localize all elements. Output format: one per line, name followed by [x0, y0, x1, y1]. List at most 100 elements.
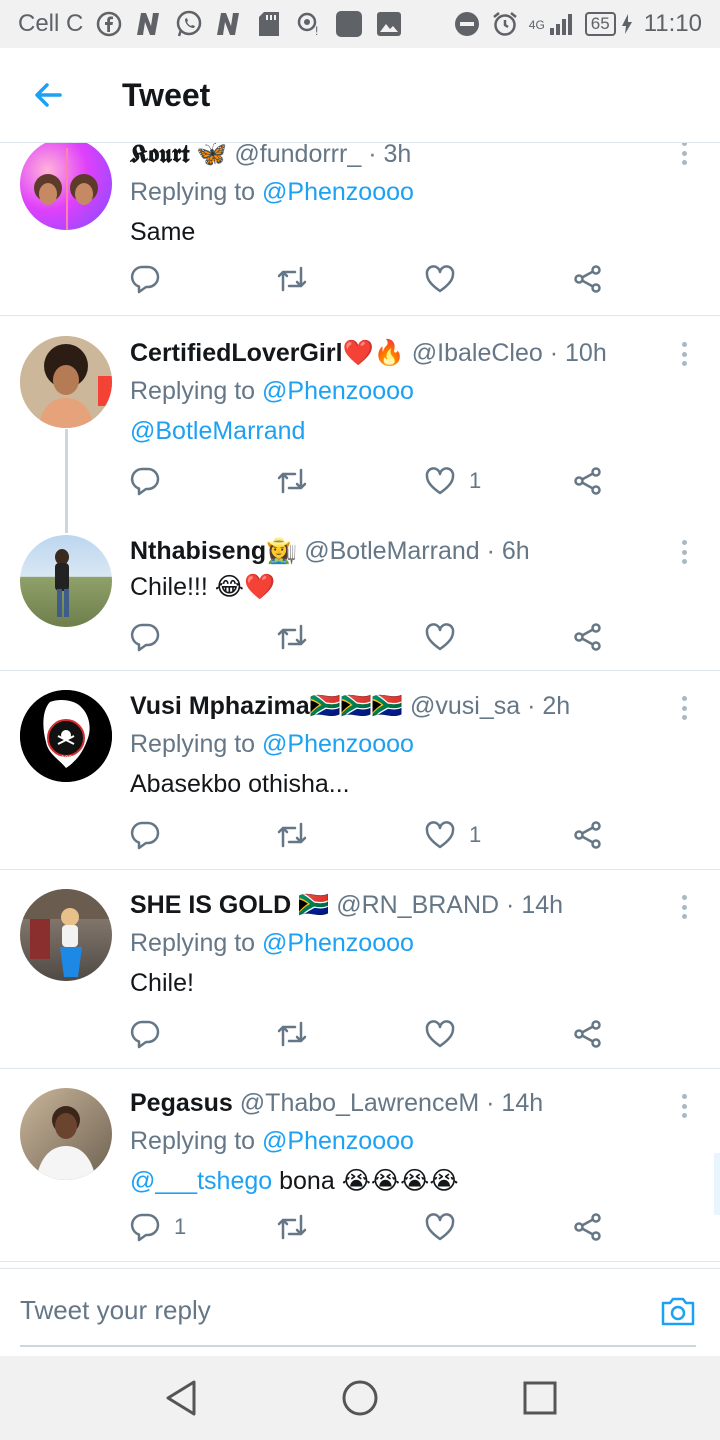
- like-button[interactable]: 1: [425, 817, 481, 853]
- more-options-button[interactable]: [672, 537, 696, 567]
- avatar-image: 1937: [20, 690, 112, 782]
- tweet-time: · 6h: [486, 537, 530, 565]
- reply-button[interactable]: [130, 817, 160, 853]
- tweet-text: Chile!: [130, 969, 194, 997]
- tweet-text: Same: [130, 218, 196, 246]
- replying-to-mention[interactable]: @Phenzoooo: [262, 1127, 414, 1155]
- replying-to-mention[interactable]: @Phenzoooo: [262, 929, 414, 957]
- share-button[interactable]: [573, 817, 603, 853]
- author-name[interactable]: Vusi Mphazima: [130, 692, 310, 720]
- author-name[interactable]: 𝕶𝖔𝖚𝖗𝖙: [130, 143, 189, 168]
- reply-button[interactable]: [130, 619, 160, 655]
- avatar[interactable]: [20, 535, 112, 627]
- author-name[interactable]: CertifiedLoverGirl: [130, 339, 343, 367]
- avatar-image: [55, 549, 69, 617]
- replying-to-prefix: Replying to: [130, 178, 256, 206]
- text-mention[interactable]: @___tshego: [130, 1167, 272, 1195]
- share-button[interactable]: [573, 1209, 603, 1245]
- author-handle[interactable]: @fundorrr_: [234, 143, 361, 168]
- author-name[interactable]: SHE IS GOLD: [130, 891, 291, 919]
- author-handle[interactable]: @vusi_sa: [410, 692, 520, 720]
- tweet-item[interactable]: 1937 Vusi Mphazima🇿🇦🇿🇦🇿🇦 @vusi_sa · 2h R…: [0, 671, 720, 870]
- avatar[interactable]: [20, 1088, 112, 1180]
- like-count: 1: [469, 822, 482, 847]
- tweet-time: · 2h: [527, 692, 571, 720]
- battery-indicator: 65: [584, 12, 616, 36]
- retweet-button[interactable]: [275, 817, 309, 853]
- replying-to-mention[interactable]: @Phenzoooo: [262, 178, 414, 206]
- more-options-button[interactable]: [672, 892, 696, 922]
- share-button[interactable]: [573, 261, 603, 297]
- avatar[interactable]: [20, 889, 112, 981]
- share-icon: [574, 1213, 601, 1241]
- retweet-button[interactable]: [275, 261, 309, 297]
- author-name[interactable]: Pegasus: [130, 1089, 233, 1117]
- more-options-button[interactable]: [672, 1091, 696, 1121]
- tweet-header: Vusi Mphazima🇿🇦🇿🇦🇿🇦 @vusi_sa · 2h: [130, 690, 680, 722]
- heart-icon: [425, 821, 455, 849]
- reply-input[interactable]: Tweet your reply: [20, 1295, 211, 1326]
- reply-button[interactable]: [130, 261, 160, 297]
- more-options-button[interactable]: [672, 143, 696, 168]
- name-emoji: 🇿🇦🇿🇦🇿🇦: [309, 692, 404, 720]
- camera-button[interactable]: [658, 1291, 698, 1331]
- comment-icon: [130, 467, 160, 496]
- author-handle[interactable]: @IbaleCleo: [412, 339, 543, 367]
- tweet-header: Nthabiseng👩‍🌾 @BotleMarrand · 6h: [130, 535, 680, 567]
- more-options-button[interactable]: [672, 693, 696, 723]
- replies-feed[interactable]: 𝕶𝖔𝖚𝖗𝖙 🦋 @fundorrr_ · 3h Replying to @Phe…: [0, 143, 720, 1268]
- share-button[interactable]: [573, 1016, 603, 1052]
- share-button[interactable]: [573, 463, 603, 499]
- avatar[interactable]: 1937: [20, 690, 112, 782]
- replying-to-mention[interactable]: @Phenzoooo: [262, 730, 414, 758]
- like-button[interactable]: [425, 1209, 469, 1245]
- like-button[interactable]: [425, 1016, 469, 1052]
- clock: 11:10: [643, 10, 702, 37]
- tweet-text: @___tshego bona 😭😭😭😭: [130, 1165, 680, 1197]
- back-button[interactable]: [0, 48, 96, 143]
- network-type-label: 4G: [528, 18, 545, 32]
- text-mention[interactable]: @BotleMarrand: [130, 417, 305, 445]
- author-handle[interactable]: @RN_BRAND: [336, 891, 499, 919]
- nav-home-button[interactable]: [338, 1376, 382, 1420]
- author-name[interactable]: Nthabiseng: [130, 537, 266, 565]
- name-emoji: 👩‍🌾: [266, 537, 298, 565]
- retweet-button[interactable]: [275, 1016, 309, 1052]
- tweet-item[interactable]: Pegasus @Thabo_LawrenceM · 14h Replying …: [0, 1069, 720, 1262]
- retweet-button[interactable]: [275, 463, 309, 499]
- tweet-time: · 10h: [549, 339, 607, 367]
- retweet-button[interactable]: [275, 1209, 309, 1245]
- retweet-icon: [277, 1021, 307, 1047]
- tweet-actions: [130, 261, 610, 297]
- reply-button[interactable]: [130, 463, 160, 499]
- tweet-actions: 1: [130, 1209, 610, 1245]
- retweet-icon: [277, 1214, 307, 1240]
- nav-back-button[interactable]: [158, 1376, 202, 1420]
- status-bar: Cell C ! 4G 65 11:10: [0, 0, 720, 48]
- reply-button[interactable]: [130, 1016, 160, 1052]
- tweet-actions: 1: [130, 463, 610, 499]
- avatar[interactable]: [20, 336, 112, 428]
- nav-recents-button[interactable]: [518, 1376, 562, 1420]
- retweet-icon: [277, 624, 307, 650]
- author-handle[interactable]: @Thabo_LawrenceM: [240, 1089, 479, 1117]
- system-navigation-bar: [0, 1356, 720, 1440]
- tweet-item[interactable]: Nthabiseng👩‍🌾 @BotleMarrand · 6h Chile!!…: [0, 517, 720, 671]
- like-button[interactable]: 1: [425, 463, 481, 499]
- avatar[interactable]: [20, 143, 112, 230]
- more-options-button[interactable]: [672, 339, 696, 369]
- share-button[interactable]: [573, 619, 603, 655]
- reply-button[interactable]: 1: [130, 1209, 186, 1245]
- like-button[interactable]: [425, 619, 469, 655]
- tweet-item[interactable]: SHE IS GOLD 🇿🇦 @RN_BRAND · 14h Replying …: [0, 870, 720, 1069]
- signal-icon: [547, 10, 575, 38]
- retweet-icon: [277, 266, 307, 292]
- tweet-item[interactable]: CertifiedLoverGirl❤️🔥 @IbaleCleo · 10h R…: [0, 317, 720, 517]
- like-button[interactable]: [425, 261, 469, 297]
- author-handle[interactable]: @BotleMarrand: [304, 537, 479, 565]
- retweet-button[interactable]: [275, 619, 309, 655]
- name-emoji: 🦋: [196, 143, 228, 168]
- tweet-item[interactable]: 𝕶𝖔𝖚𝖗𝖙 🦋 @fundorrr_ · 3h Replying to @Phe…: [0, 143, 720, 316]
- tweet-actions: 1: [130, 817, 610, 853]
- replying-to-mention[interactable]: @Phenzoooo: [262, 377, 414, 405]
